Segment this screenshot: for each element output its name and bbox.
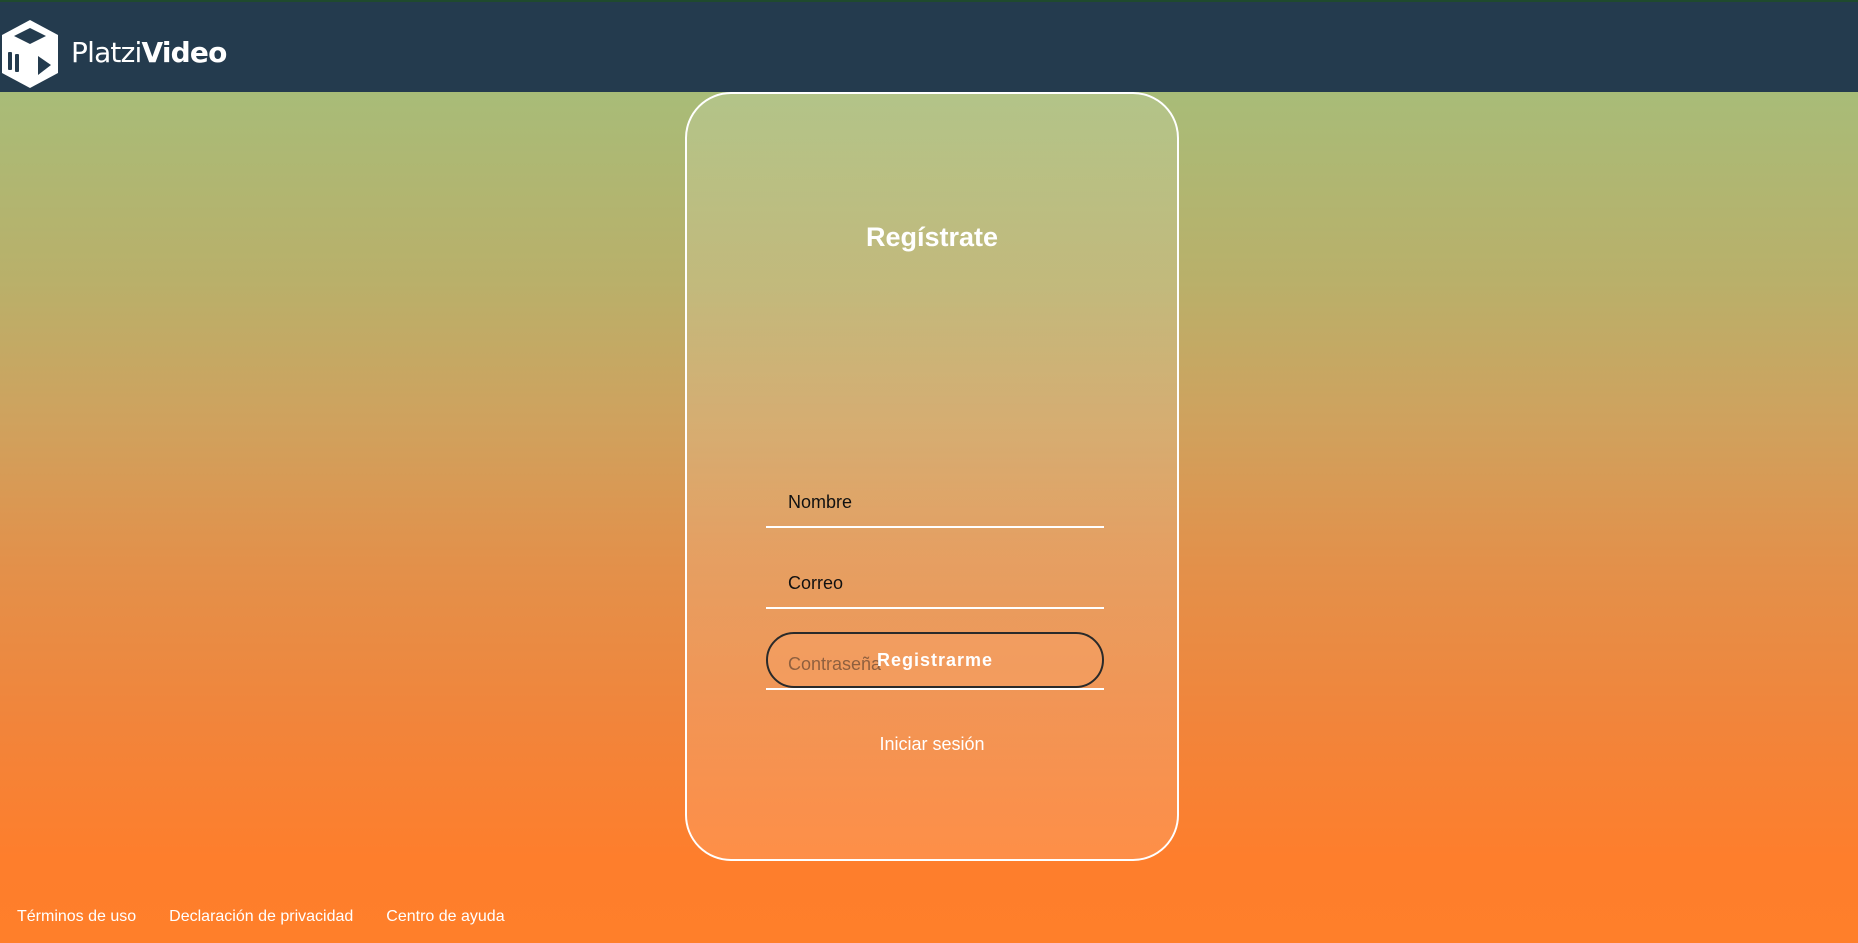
cube-play-icon [2,20,58,88]
brand-logo-link[interactable]: PlatziVideo [0,18,227,90]
register-card: Regístrate Registrarme Iniciar sesión [685,92,1179,861]
brand-name-part1: Platzi [71,35,142,69]
email-field [766,559,1104,609]
footer-link-terms[interactable]: Términos de uso [17,908,136,926]
brand-name: PlatziVideo [71,36,227,69]
footer-link-privacy[interactable]: Declaración de privacidad [169,908,353,926]
email-input[interactable] [766,559,1104,607]
top-navigation-bar: PlatziVideo [0,0,1858,92]
brand-name-part2: Video [141,35,227,69]
name-field [766,478,1104,528]
register-button[interactable]: Registrarme [766,632,1104,688]
footer-links: Términos de uso Declaración de privacida… [17,908,505,926]
login-link[interactable]: Iniciar sesión [687,734,1177,755]
footer-link-help-center[interactable]: Centro de ayuda [386,908,504,926]
register-title: Regístrate [865,222,999,252]
name-input[interactable] [766,478,1104,526]
